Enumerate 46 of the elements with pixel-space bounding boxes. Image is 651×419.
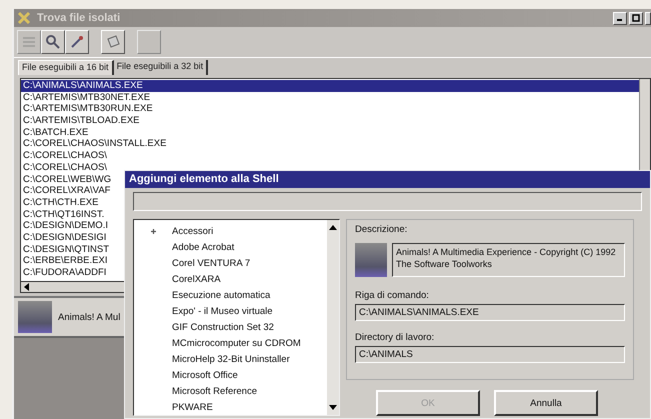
maximize-icon — [632, 14, 640, 22]
dialog-title: Aggiungi elemento alla Shell — [125, 171, 650, 188]
file-row[interactable]: C:\COREL\CHAOS\ — [21, 150, 639, 162]
folder-item[interactable]: MCmicrocomputer su CDROM — [172, 338, 301, 348]
file-row[interactable]: C:\COREL\CHAOS\INSTALL.EXE — [21, 138, 639, 150]
minimize-button[interactable] — [613, 12, 627, 24]
field-label: Directory di lavoro: — [355, 332, 436, 343]
file-row[interactable]: C:\ARTEMIS\TBLOAD.EXE — [21, 115, 639, 127]
folder-item[interactable]: CorelXARA — [172, 274, 221, 284]
file-row[interactable]: C:\ARTEMIS\MTB30RUN.EXE — [21, 103, 639, 116]
file-row[interactable]: C:\COREL\CHAOS\ — [21, 162, 639, 174]
window-title: Trova file isolati — [37, 12, 122, 24]
description-text: Animals! A Multimedia Experience - Copyright (C) 1992 The Software Toolworks — [392, 243, 625, 277]
file-row[interactable]: C:\ARTEMIS\MTB30NET.EXE — [21, 92, 639, 104]
wand-icon — [69, 34, 85, 50]
file-row[interactable]: C:\BATCH.EXE — [21, 126, 639, 138]
down-arrow-icon — [329, 405, 337, 411]
left-arrow-icon — [24, 283, 30, 291]
folder-item[interactable]: Microsoft Reference — [172, 386, 258, 396]
folder-item[interactable]: MicroHelp 32-Bit Uninstaller — [172, 354, 290, 364]
input-field[interactable]: C:\ANIMALS\ANIMALS.EXE — [355, 304, 625, 321]
folder-item[interactable]: Esecuzione automatica — [172, 290, 270, 300]
folder-item[interactable]: Microsoft Office — [172, 370, 238, 380]
list-icon — [21, 34, 37, 50]
close-button[interactable] — [645, 12, 651, 24]
tab[interactable]: File eseguibili a 32 bit — [114, 60, 208, 75]
dialog-button[interactable]: Annulla — [494, 390, 598, 416]
plus-icon[interactable] — [150, 228, 156, 234]
up-arrow-icon — [329, 224, 337, 230]
input-field[interactable]: C:\ANIMALS — [355, 346, 625, 363]
scrollbar[interactable] — [327, 220, 339, 415]
file-row[interactable]: C:\ANIMALS\ANIMALS.EXE — [21, 80, 639, 92]
field-label: Riga di comando: — [355, 290, 430, 301]
folder-item[interactable]: Expo' - il Museo virtuale — [172, 306, 273, 316]
field-label: Descrizione: — [355, 224, 408, 235]
folder-item[interactable]: PKWARE — [172, 402, 213, 412]
folder-item[interactable]: Adobe Acrobat — [172, 242, 234, 252]
input-field[interactable] — [133, 192, 642, 211]
folder-item[interactable]: Accessori — [172, 226, 214, 236]
status-text: Animals! A Mul — [58, 312, 120, 322]
app-icon — [17, 11, 31, 25]
folder-item[interactable]: GIF Construction Set 32 — [172, 322, 274, 332]
maximize-button[interactable] — [629, 12, 643, 24]
search-icon — [45, 34, 61, 50]
folder-item[interactable]: Corel VENTURA 7 — [172, 258, 250, 268]
tab[interactable]: File eseguibili a 16 bit — [18, 60, 114, 75]
